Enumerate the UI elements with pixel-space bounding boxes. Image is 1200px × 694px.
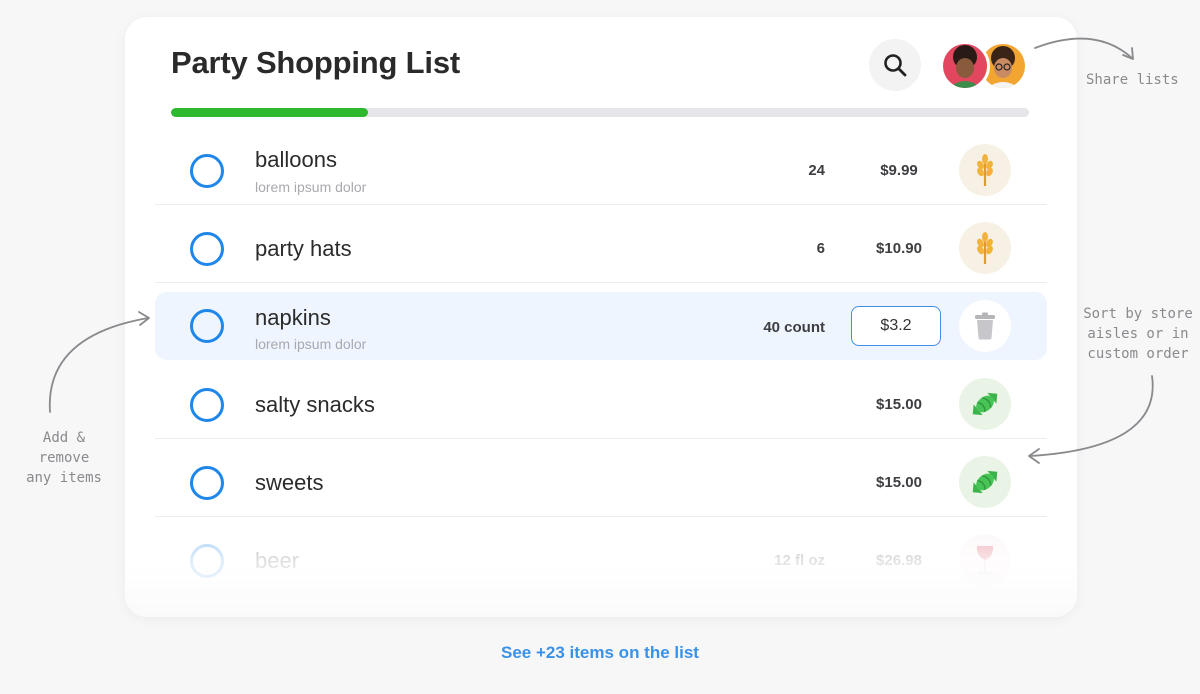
- annotation-sort: Sort by store aisles or in custom order: [1083, 306, 1193, 362]
- item-checkbox[interactable]: [190, 544, 224, 578]
- item-name: balloons: [255, 147, 337, 172]
- progress-fill: [171, 108, 369, 117]
- candy-icon: [972, 470, 998, 494]
- list-item[interactable]: party hats 6 $10.90: [155, 205, 1047, 283]
- item-name: party hats: [255, 236, 352, 261]
- page-title: Party Shopping List: [171, 45, 460, 80]
- item-name: napkins: [255, 305, 331, 330]
- wheat-icon: [977, 232, 993, 264]
- item-checkbox[interactable]: [190, 388, 224, 422]
- item-quantity: 40 count: [763, 319, 825, 336]
- price-input[interactable]: [851, 306, 941, 346]
- trash-icon: [975, 312, 995, 340]
- annotation-add-remove: Add & remove any items: [26, 430, 102, 486]
- item-name: beer: [255, 548, 300, 573]
- item-checkbox[interactable]: [190, 154, 224, 188]
- category-badge[interactable]: [959, 378, 1011, 430]
- list-item-selected[interactable]: napkins lorem ipsum dolor 40 count: [155, 292, 1047, 360]
- item-note: lorem ipsum dolor: [255, 179, 367, 195]
- list-item[interactable]: beer 12 fl oz $26.98: [155, 517, 1047, 595]
- candy-icon: [972, 392, 998, 416]
- item-name: sweets: [255, 470, 324, 495]
- item-price[interactable]: $15.00: [851, 396, 947, 413]
- user-avatar-1[interactable]: [940, 41, 990, 91]
- item-price[interactable]: $26.98: [851, 552, 947, 569]
- item-note: lorem ipsum dolor: [255, 336, 367, 352]
- category-badge[interactable]: [959, 456, 1011, 508]
- annotation-share: Share lists: [1086, 72, 1179, 88]
- item-price[interactable]: $10.90: [851, 240, 947, 257]
- item-quantity: 12 fl oz: [774, 552, 825, 569]
- category-badge[interactable]: [959, 144, 1011, 196]
- list-item[interactable]: sweets $15.00: [155, 439, 1047, 517]
- list-item[interactable]: salty snacks $15.00: [155, 361, 1047, 439]
- progress-bar: [171, 108, 1029, 117]
- list-item[interactable]: balloons lorem ipsum dolor 24 $9.99: [155, 127, 1047, 205]
- delete-button[interactable]: [959, 300, 1011, 352]
- item-checkbox[interactable]: [190, 466, 224, 500]
- item-quantity: 24: [808, 162, 825, 179]
- arrow-share-head: [1122, 47, 1134, 60]
- search-icon: [884, 54, 907, 77]
- wheat-icon: [977, 154, 993, 186]
- see-more-link[interactable]: See +23 items on the list: [0, 643, 1200, 663]
- shared-users[interactable]: [940, 41, 1032, 91]
- item-quantity: 6: [816, 240, 825, 257]
- category-badge[interactable]: [959, 222, 1011, 274]
- item-checkbox[interactable]: [190, 232, 224, 266]
- category-badge[interactable]: [959, 534, 1011, 586]
- item-checkbox[interactable]: [190, 309, 224, 343]
- item-name: salty snacks: [255, 392, 375, 417]
- item-price[interactable]: $9.99: [851, 162, 947, 179]
- shopping-list-card: Party Shopping List balloons lorem ipsum…: [125, 17, 1077, 617]
- wine-glass-icon: [976, 546, 994, 575]
- search-button[interactable]: [869, 39, 921, 91]
- item-price[interactable]: $15.00: [851, 474, 947, 491]
